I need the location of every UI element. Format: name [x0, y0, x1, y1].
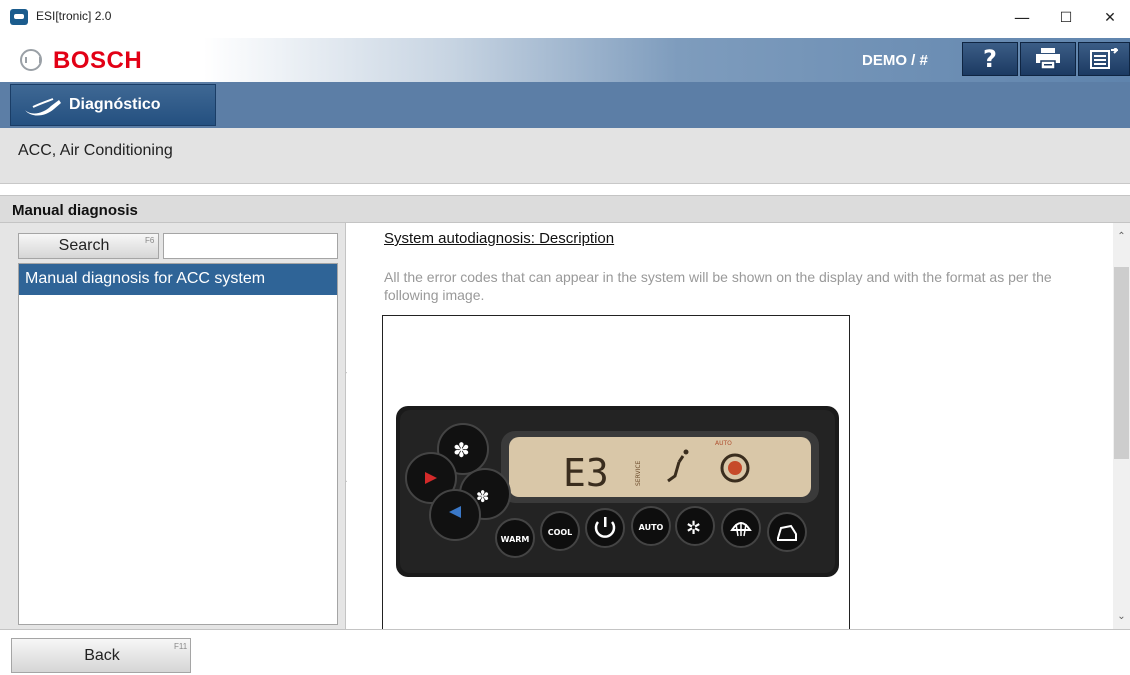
scroll-down-icon[interactable]: ⌄: [1113, 608, 1130, 625]
ac-snowflake-icon: ✲: [686, 518, 701, 539]
cool-label: COOL: [548, 528, 573, 537]
app-icon: [10, 9, 28, 25]
result-list: Manual diagnosis for ACC system: [18, 263, 338, 625]
bosch-logo-icon: [20, 49, 42, 71]
list-item[interactable]: Manual diagnosis for ACC system: [19, 264, 337, 295]
auto-label: AUTO: [639, 523, 664, 532]
menu-export-icon: [1090, 48, 1118, 69]
nav-bar: Diagnóstico: [0, 82, 1130, 128]
lcd-service-text: SERVICE: [635, 460, 642, 486]
window-titlebar: ESI[tronic] 2.0 — ☐ ✕: [0, 0, 1130, 38]
ac-panel-image: E3 SERVICE AUTO ✽ ✽ WARM COOL AUTO ✲: [382, 315, 850, 635]
brand-bar: BOSCH DEMO / # ?: [0, 38, 1130, 82]
back-button[interactable]: Back F11: [11, 638, 191, 673]
close-button[interactable]: ✕: [1090, 4, 1130, 32]
footer-bar: Back F11: [0, 629, 1130, 675]
back-button-label: Back: [84, 647, 120, 664]
help-icon: ?: [983, 45, 997, 73]
search-input[interactable]: [163, 233, 338, 259]
maximize-button[interactable]: ☐: [1046, 4, 1086, 32]
menu-export-button[interactable]: [1078, 42, 1130, 76]
scroll-thumb[interactable]: [1114, 267, 1129, 459]
window-title: ESI[tronic] 2.0: [36, 9, 112, 23]
print-button[interactable]: [1020, 42, 1076, 76]
section-title: Manual diagnosis: [12, 202, 138, 219]
diagnostic-probe-icon: [25, 98, 61, 116]
content-panel: System autodiagnosis: Description All th…: [347, 223, 1130, 635]
help-button[interactable]: ?: [962, 42, 1018, 76]
document-title[interactable]: System autodiagnosis: Description: [384, 230, 614, 247]
minimize-button[interactable]: —: [1002, 4, 1042, 32]
document-body: All the error codes that can appear in t…: [384, 269, 1052, 303]
lcd-auto-text: AUTO: [715, 440, 732, 447]
brand-name: BOSCH: [53, 47, 143, 74]
printer-icon: [1036, 48, 1060, 70]
warm-label: WARM: [501, 535, 530, 544]
scroll-up-icon[interactable]: ⌃: [1113, 228, 1130, 245]
search-button-label: Search: [58, 237, 110, 254]
user-label: DEMO / #: [862, 52, 928, 69]
breadcrumb-text: ACC, Air Conditioning: [18, 142, 173, 159]
left-panel: Search F6 Manual diagnosis for ACC syste…: [0, 223, 346, 629]
ac-control-panel-illustration: E3 SERVICE AUTO ✽ ✽ WARM COOL AUTO ✲: [396, 406, 839, 577]
back-fkey-hint: F11: [174, 642, 188, 651]
search-fkey-hint: F6: [145, 236, 155, 245]
tab-diagnostico[interactable]: Diagnóstico: [10, 84, 216, 126]
search-button[interactable]: Search F6: [18, 233, 159, 259]
tab-label: Diagnóstico: [69, 96, 161, 113]
section-header: Manual diagnosis: [0, 195, 1130, 223]
lcd-code: E3: [563, 451, 609, 495]
fan-icon: ✽: [453, 438, 470, 462]
breadcrumb: ACC, Air Conditioning: [0, 128, 1130, 184]
